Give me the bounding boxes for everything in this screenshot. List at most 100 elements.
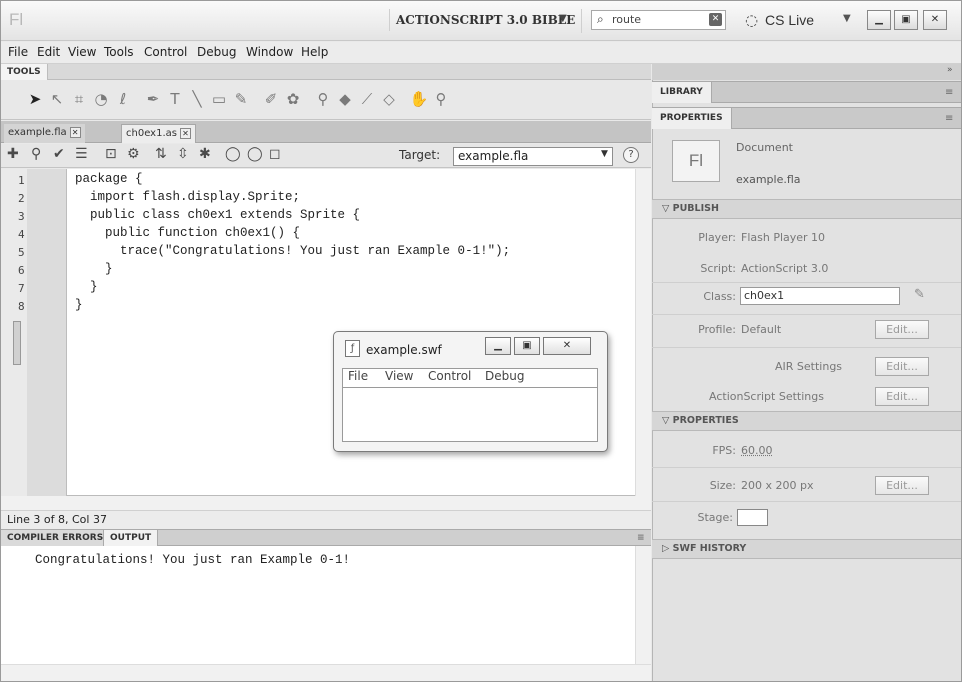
swf-stage[interactable] [342, 387, 598, 442]
menu-help[interactable]: Help [301, 45, 328, 59]
pencil-tool-icon[interactable]: ✎ [231, 89, 251, 109]
apply-line-comment-icon[interactable]: ◯ [247, 146, 263, 162]
bone-tool-icon[interactable]: ⚲ [313, 89, 333, 109]
apply-block-comment-icon[interactable]: ◯ [225, 146, 241, 162]
remove-comment-icon[interactable]: ◻ [269, 146, 281, 162]
check-syntax-icon[interactable]: ✔ [53, 146, 65, 162]
eyedropper-tool-icon[interactable]: ⟋ [357, 89, 377, 109]
subselection-tool-icon[interactable]: ↖ [47, 89, 67, 109]
zoom-tool-icon[interactable]: ⚲ [431, 89, 451, 109]
workspace-dropdown-icon[interactable]: ▼ [559, 13, 567, 24]
help-search-input[interactable]: route [591, 10, 726, 30]
collapse-selection-icon[interactable]: ⇳ [177, 146, 189, 162]
selection-tool-icon[interactable]: ➤ [25, 89, 45, 109]
expand-all-icon[interactable]: ✱ [199, 146, 211, 162]
menu-control[interactable]: Control [144, 45, 187, 59]
panel-collapse-handle[interactable] [13, 321, 21, 365]
tab-compiler-errors[interactable]: COMPILER ERRORS [1, 530, 110, 546]
workspace-switcher[interactable]: ACTIONSCRIPT 3.0 BIBLE [389, 9, 575, 31]
collapse-to-icons-icon[interactable]: » [947, 65, 953, 75]
swf-menu-debug[interactable]: Debug [485, 369, 524, 383]
cs-live-button[interactable]: CS Live [765, 10, 814, 30]
output-vertical-scrollbar[interactable] [635, 546, 651, 664]
fps-value[interactable]: 60.00 [741, 444, 773, 457]
properties-section-header[interactable]: ▽ PROPERTIES [652, 411, 961, 431]
menu-file[interactable]: File [8, 45, 28, 59]
divider [652, 347, 961, 348]
text-tool-icon[interactable]: T [165, 89, 185, 109]
tab-output[interactable]: OUTPUT [103, 530, 159, 546]
tab-library[interactable]: LIBRARY [652, 82, 712, 103]
swf-close-button[interactable]: ✕ [543, 337, 591, 355]
swf-minimize-button[interactable]: ▁ [485, 337, 511, 355]
free-transform-tool-icon[interactable]: ⌗ [69, 89, 89, 109]
brush-tool-icon[interactable]: ✐ [261, 89, 281, 109]
swf-menu-control[interactable]: Control [428, 369, 471, 383]
pen-tool-icon[interactable]: ✒ [143, 89, 163, 109]
3d-rotation-tool-icon[interactable]: ◔ [91, 89, 111, 109]
properties-menu-icon[interactable]: ≡ [945, 113, 953, 124]
swf-history-section-header[interactable]: ▷ SWF HISTORY [652, 539, 961, 559]
tab-ch0ex1-as[interactable]: ch0ex1.as ✕ [121, 124, 196, 143]
stage-color-swatch[interactable] [737, 509, 768, 526]
hand-tool-icon[interactable]: ✋ [409, 89, 429, 109]
find-icon[interactable]: ⚲ [31, 146, 41, 162]
swf-menu-file[interactable]: File [348, 369, 368, 383]
tools-panel-header [1, 64, 651, 80]
deco-tool-icon[interactable]: ✿ [283, 89, 303, 109]
close-button[interactable]: ✕ [923, 10, 947, 30]
line-number: 5 [18, 246, 25, 259]
add-statement-icon[interactable]: ✚ [7, 146, 19, 162]
swf-menu-view[interactable]: View [385, 369, 413, 383]
publish-section-header[interactable]: ▽ PUBLISH [652, 199, 961, 219]
auto-format-icon[interactable]: ☰ [75, 146, 88, 162]
size-label: Size: [709, 479, 736, 492]
search-clear-icon[interactable]: ✕ [709, 13, 722, 26]
eraser-tool-icon[interactable]: ◇ [379, 89, 399, 109]
search-icon: ⌕ [597, 12, 604, 26]
menu-window[interactable]: Window [246, 45, 293, 59]
panel-menu-icon[interactable]: ≡ [631, 530, 651, 546]
swf-maximize-button[interactable]: ▣ [514, 337, 540, 355]
cs-live-dropdown-icon[interactable]: ▼ [843, 13, 851, 24]
library-menu-icon[interactable]: ≡ [945, 87, 953, 98]
code-hint-icon[interactable]: ⊡ [105, 146, 117, 162]
menu-bar: File Edit View Tools Control Debug Windo… [1, 42, 961, 64]
profile-edit-button[interactable]: Edit... [875, 320, 929, 339]
collapse-between-braces-icon[interactable]: ⇅ [155, 146, 167, 162]
tools-panel-tab[interactable]: TOOLS [1, 64, 48, 80]
line-tool-icon[interactable]: ╲ [187, 89, 207, 109]
size-edit-button[interactable]: Edit... [875, 476, 929, 495]
player-value: Flash Player 10 [741, 231, 826, 244]
expand-triangle-icon: ▽ [662, 203, 673, 214]
target-select[interactable]: example.fla [453, 147, 613, 166]
tab-properties[interactable]: PROPERTIES [652, 108, 732, 129]
output-horizontal-scrollbar[interactable] [1, 664, 651, 681]
minimize-button[interactable]: ▁ [867, 10, 891, 30]
class-label: Class: [703, 290, 736, 303]
help-icon[interactable]: ? [623, 147, 639, 163]
rectangle-tool-icon[interactable]: ▭ [209, 89, 229, 109]
actionscript-settings-edit-button[interactable]: Edit... [875, 387, 929, 406]
close-tab-icon[interactable]: ✕ [69, 126, 81, 138]
debug-options-icon[interactable]: ⚙ [127, 146, 140, 162]
menu-debug[interactable]: Debug [197, 45, 236, 59]
section-title: SWF HISTORY [672, 543, 747, 554]
tab-example-fla[interactable]: example.fla ✕ [4, 124, 85, 143]
document-type-label: Document [736, 141, 793, 154]
edit-class-pencil-icon[interactable]: ✎ [914, 287, 925, 302]
air-settings-edit-button[interactable]: Edit... [875, 357, 929, 376]
paint-bucket-tool-icon[interactable]: ◆ [335, 89, 355, 109]
menu-tools[interactable]: Tools [104, 45, 134, 59]
document-class-input[interactable]: ch0ex1 [740, 287, 900, 305]
close-tab-icon[interactable]: ✕ [179, 127, 191, 139]
tab-label: example.fla [8, 127, 67, 138]
editor-horizontal-scrollbar[interactable] [1, 496, 651, 511]
editor-vertical-scrollbar[interactable] [635, 169, 651, 496]
maximize-button[interactable]: ▣ [894, 10, 918, 30]
menu-view[interactable]: View [68, 45, 96, 59]
line-number: 6 [18, 264, 25, 277]
menu-edit[interactable]: Edit [37, 45, 60, 59]
lasso-tool-icon[interactable]: ℓ [113, 89, 133, 109]
chevron-down-icon[interactable]: ▼ [601, 149, 608, 159]
